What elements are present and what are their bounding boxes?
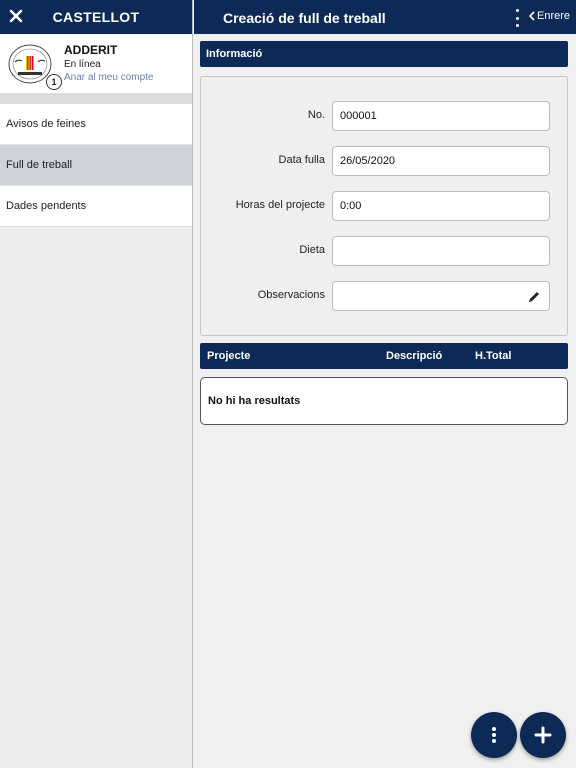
back-button[interactable]: Enrere xyxy=(528,10,570,22)
add-button[interactable] xyxy=(520,712,566,758)
page-title: Creació de full de treball xyxy=(223,10,386,26)
sidebar-item-full-de-treball[interactable]: Full de treball xyxy=(0,145,192,186)
sidebar-item-label: Full de treball xyxy=(6,159,73,171)
sidebar-header: CASTELLOT xyxy=(0,0,192,34)
more-options-button[interactable] xyxy=(471,712,517,758)
field-label-data-fulla: Data fulla xyxy=(278,154,325,166)
pencil-icon[interactable] xyxy=(527,290,541,304)
profile-name: ADDERIT xyxy=(64,43,118,57)
column-header-projecte[interactable]: Projecte xyxy=(207,350,250,362)
main-header: Creació de full de treball Enrere xyxy=(194,0,576,34)
main-panel: Creació de full de treball Enrere Inform… xyxy=(194,0,576,768)
kebab-menu-button[interactable] xyxy=(512,9,522,27)
sidebar-item-dades-pendents[interactable]: Dades pendents xyxy=(0,186,192,227)
field-label-horas: Horas del projecte xyxy=(235,199,325,211)
back-label: Enrere xyxy=(537,10,571,22)
plus-icon xyxy=(534,726,552,744)
info-section-title: Informació xyxy=(206,48,263,60)
club-logo-icon xyxy=(8,44,52,84)
field-row-no: No. 000001 xyxy=(201,101,569,131)
no-field-value: 000001 xyxy=(340,110,377,122)
sidebar-item-avisos[interactable]: Avisos de feines xyxy=(0,104,192,145)
empty-results-text: No hi ha resultats xyxy=(208,395,301,407)
sidebar-item-label: Dades pendents xyxy=(6,200,87,212)
sidebar-divider xyxy=(0,94,192,104)
date-field[interactable]: 26/05/2020 xyxy=(332,146,550,176)
info-section-header: Informació xyxy=(200,41,568,67)
chevron-left-icon xyxy=(528,11,535,21)
sidebar: CASTELLOT ADDERIT En línea Anar al meu c… xyxy=(0,0,193,768)
sidebar-item-label: Avisos de feines xyxy=(6,118,86,130)
profile-card: ADDERIT En línea Anar al meu compte xyxy=(0,34,192,94)
observacions-field[interactable] xyxy=(332,281,550,311)
hours-field-value: 0:00 xyxy=(340,200,362,212)
field-row-horas: Horas del projecte 0:00 xyxy=(201,191,569,221)
info-form: No. 000001 Data fulla 26/05/2020 Horas d… xyxy=(200,76,568,336)
sidebar-title: CASTELLOT xyxy=(52,9,140,25)
profile-status: En línea xyxy=(64,59,101,70)
hours-field[interactable]: 0:00 xyxy=(332,191,550,221)
field-label-no: No. xyxy=(307,109,325,121)
projects-table-header: Projecte Descripció H.Total xyxy=(200,343,568,369)
notification-badge: 1 xyxy=(46,74,62,90)
field-label-dieta: Dieta xyxy=(299,244,325,256)
empty-results: No hi ha resultats xyxy=(200,377,568,425)
account-link[interactable]: Anar al meu compte xyxy=(64,72,154,83)
app: CASTELLOT ADDERIT En línea Anar al meu c… xyxy=(0,0,576,768)
no-field[interactable]: 000001 xyxy=(332,101,550,131)
column-header-descripcio[interactable]: Descripció xyxy=(386,350,442,362)
column-header-htotal[interactable]: H.Total xyxy=(475,350,511,362)
kebab-menu-icon xyxy=(515,9,519,27)
field-label-observacions: Observacions xyxy=(257,289,325,301)
field-row-observacions: Observacions xyxy=(201,281,569,311)
dieta-field[interactable] xyxy=(332,236,550,266)
field-row-dieta: Dieta xyxy=(201,236,569,266)
field-row-data-fulla: Data fulla 26/05/2020 xyxy=(201,146,569,176)
close-icon xyxy=(9,9,23,23)
close-button[interactable] xyxy=(6,6,26,26)
vertical-dots-icon xyxy=(492,727,496,743)
date-field-value: 26/05/2020 xyxy=(340,155,396,167)
